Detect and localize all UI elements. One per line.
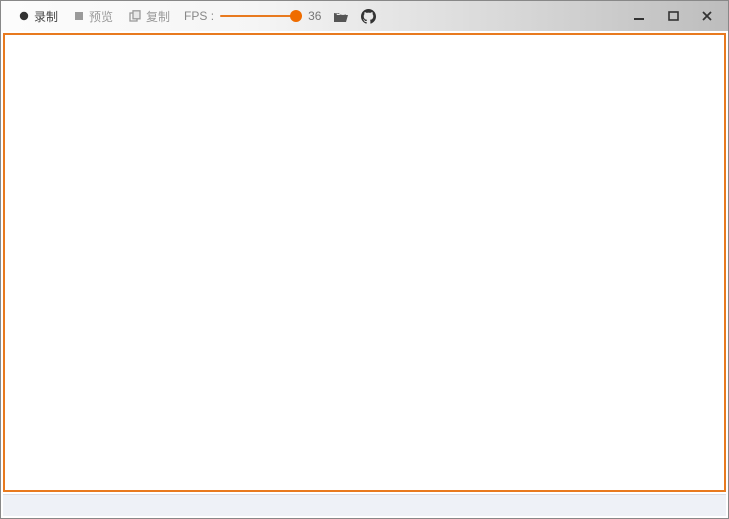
fps-slider[interactable] (220, 9, 302, 23)
record-label: 录制 (34, 8, 58, 25)
record-button[interactable]: 录制 (11, 1, 66, 31)
fps-value: 36 (308, 9, 321, 23)
fps-label: FPS : (184, 9, 214, 23)
status-bar (3, 494, 726, 516)
maximize-icon (668, 11, 679, 22)
titlebar: 录制 预览 复制 FPS : 36 (1, 1, 728, 31)
preview-button[interactable]: 预览 (66, 1, 121, 31)
copy-icon (129, 10, 141, 22)
copy-button[interactable]: 复制 (121, 1, 178, 31)
stop-icon (74, 11, 84, 21)
close-icon (701, 10, 713, 22)
github-icon (361, 9, 376, 24)
copy-label: 复制 (146, 8, 170, 25)
fps-slider-thumb[interactable] (290, 10, 302, 22)
preview-label: 预览 (89, 8, 113, 25)
folder-open-icon (333, 10, 349, 23)
github-button[interactable] (355, 1, 382, 31)
window-controls (622, 1, 724, 31)
close-button[interactable] (690, 1, 724, 31)
open-folder-button[interactable] (327, 1, 355, 31)
minimize-icon (633, 10, 645, 22)
canvas-area[interactable] (3, 33, 726, 492)
maximize-button[interactable] (656, 1, 690, 31)
record-icon (19, 11, 29, 21)
minimize-button[interactable] (622, 1, 656, 31)
